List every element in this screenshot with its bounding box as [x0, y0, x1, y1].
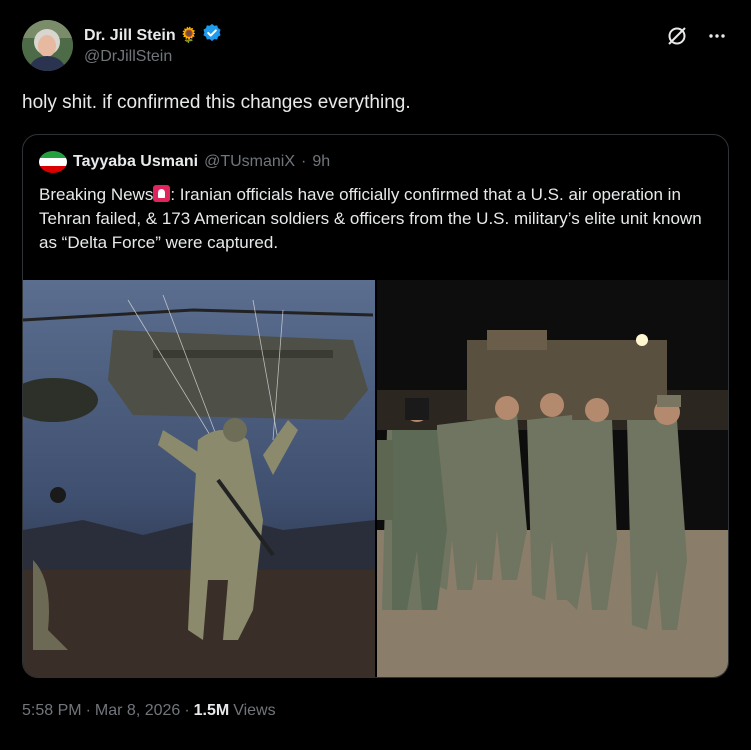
footer-separator: · — [85, 702, 91, 719]
iran-flag-avatar[interactable] — [39, 151, 67, 173]
tweet-time[interactable]: 5:58 PM — [22, 702, 82, 720]
views-label: Views — [233, 702, 276, 719]
tweet-text: holy shit. if confirmed this changes eve… — [22, 92, 411, 113]
quoted-time[interactable]: 9h — [312, 153, 330, 171]
avatar[interactable] — [22, 20, 73, 71]
quoted-header: Tayyaba Usmani @TUsmaniX · 9h — [39, 151, 330, 173]
more-icon[interactable] — [705, 24, 729, 48]
quoted-separator: · — [301, 153, 307, 170]
name-row: Dr. Jill Stein 🌻 — [84, 23, 222, 48]
tweet-date[interactable]: Mar 8, 2026 — [95, 702, 180, 720]
footer-separator: · — [184, 702, 190, 719]
quoted-text-prefix: Breaking News — [39, 185, 154, 204]
top-actions — [665, 24, 729, 48]
media-image-right[interactable] — [377, 280, 728, 677]
quoted-display-name[interactable]: Tayyaba Usmani — [73, 153, 198, 171]
quoted-handle[interactable]: @TUsmaniX — [204, 153, 295, 171]
verified-badge-icon — [202, 23, 222, 48]
tweet-footer: 5:58 PM · Mar 8, 2026 · 1.5M Views — [22, 702, 276, 720]
media-image-left[interactable] — [23, 280, 375, 677]
grok-icon[interactable] — [665, 24, 689, 48]
quoted-text: Breaking News: Iranian officials have of… — [39, 183, 709, 255]
handle[interactable]: @DrJillStein — [84, 48, 172, 66]
siren-emoji-icon — [153, 185, 171, 202]
quoted-media[interactable] — [23, 280, 728, 677]
display-name[interactable]: Dr. Jill Stein — [84, 27, 176, 45]
sunflower-emoji: 🌻 — [179, 27, 199, 44]
quoted-tweet[interactable]: Tayyaba Usmani @TUsmaniX · 9h Breaking N… — [22, 134, 729, 678]
views-count[interactable]: 1.5M — [194, 702, 230, 720]
tweet-header: Dr. Jill Stein 🌻 @DrJillStein — [22, 20, 733, 72]
